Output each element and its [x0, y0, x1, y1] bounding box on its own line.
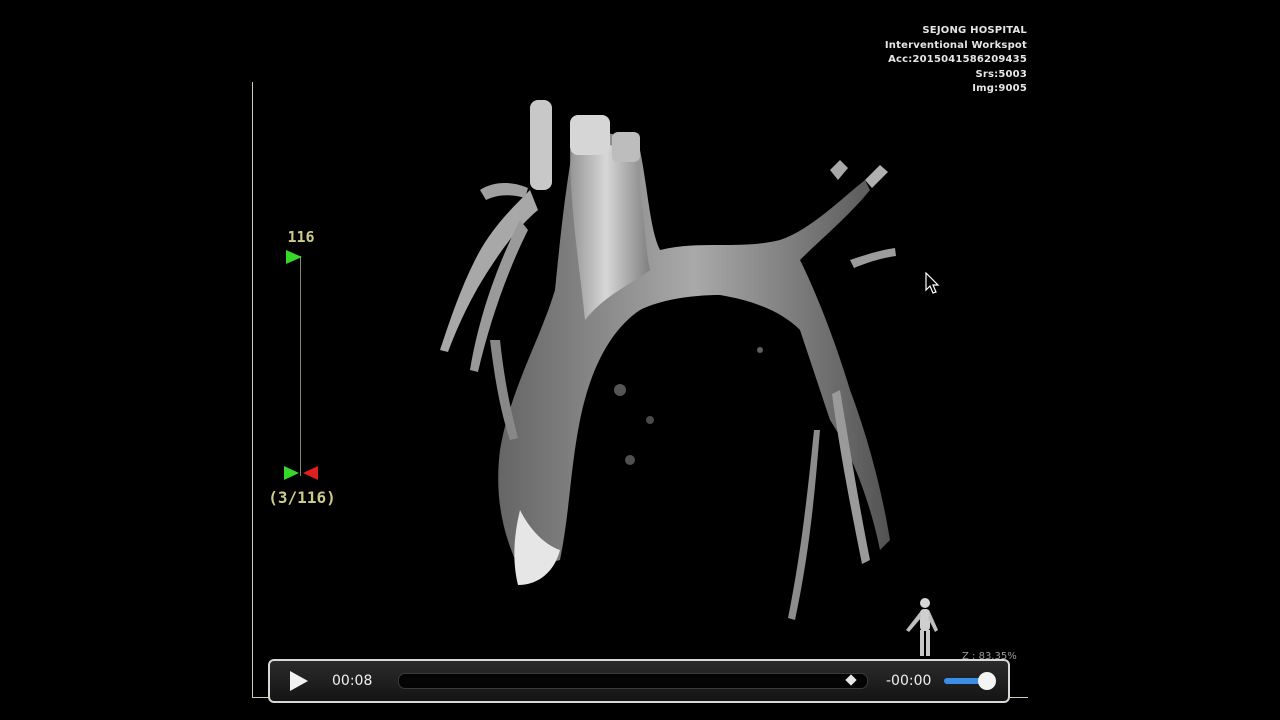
frame-max-label: 116	[287, 228, 315, 246]
current-frame-marker-icon[interactable]	[284, 466, 320, 482]
progress-scrubber[interactable]	[398, 673, 868, 689]
human-figure-icon	[906, 598, 938, 656]
zoom-readout: Z : 83.35%	[962, 651, 1017, 659]
dicom-overlay: SEJONG HOSPITAL Interventional Workspot …	[885, 24, 1027, 97]
remaining-time: -00:00	[886, 673, 932, 689]
mouse-pointer-icon	[925, 272, 940, 294]
accession-number: Acc:2015041586209435	[888, 54, 1027, 65]
series-number: Srs:5003	[975, 68, 1027, 80]
volume-handle[interactable]	[978, 672, 997, 690]
elapsed-time: 00:08	[332, 673, 373, 689]
image-viewer[interactable]: SEJONG HOSPITAL Interventional Workspot …	[0, 0, 1280, 720]
play-icon	[290, 671, 308, 691]
volume-rendering-image	[440, 100, 896, 620]
frame-slider-track[interactable]	[300, 256, 301, 476]
video-player-controls: 00:08 -00:00	[268, 659, 1010, 703]
image-number: Img:9005	[972, 83, 1027, 94]
start-flag-icon[interactable]	[286, 250, 304, 266]
volume-slider[interactable]	[944, 672, 997, 690]
scrubber-handle[interactable]	[845, 674, 857, 686]
frame-counter: (3/116)	[268, 488, 336, 507]
hospital-name: SEJONG HOSPITAL	[922, 25, 1027, 36]
workspot-name: Interventional Workspot	[884, 39, 1027, 51]
play-button[interactable]	[274, 661, 322, 701]
viewport-border-left	[252, 82, 253, 698]
